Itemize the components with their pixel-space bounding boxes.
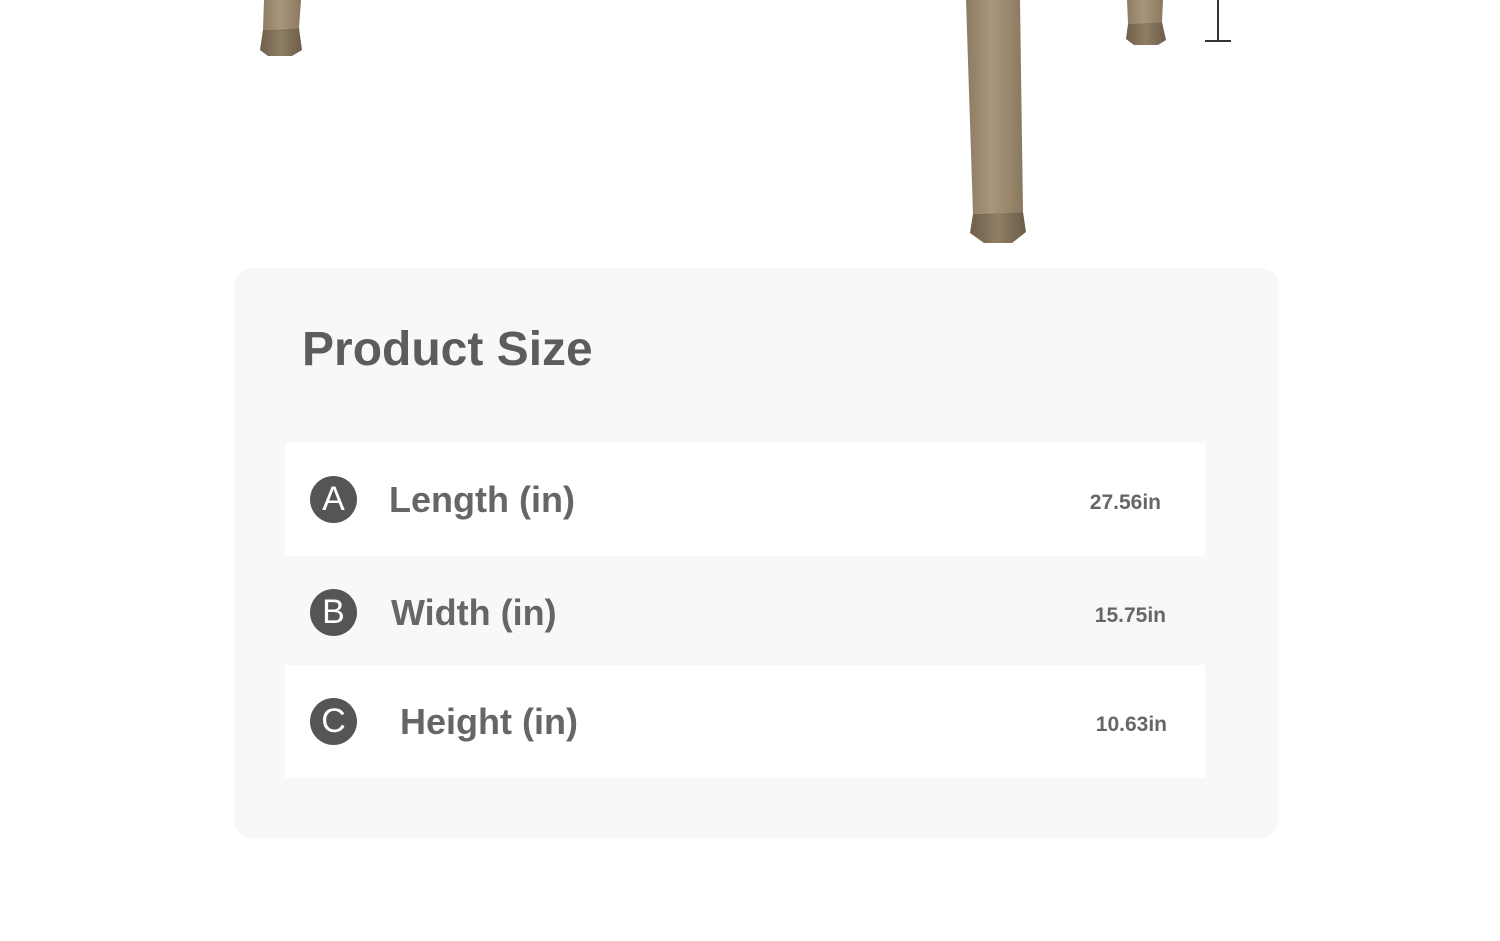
badge-b-icon: B: [310, 589, 357, 636]
size-row-width: B Width (in) 15.75in: [285, 556, 1205, 669]
size-row-height: C Height (in) 10.63in: [285, 665, 1205, 778]
table-legs-illustration: [260, 0, 1231, 243]
badge-c-icon: C: [310, 698, 357, 745]
dimension-value-length: 27.56in: [1089, 491, 1161, 514]
dimension-value-width: 15.75in: [1094, 604, 1166, 627]
dimension-value-height: 10.63in: [1095, 713, 1167, 736]
dimension-label-height: Height (in): [400, 701, 578, 742]
dimension-label-width: Width (in): [391, 592, 557, 633]
table-leg-right: [1126, 0, 1166, 45]
badge-a-icon: A: [310, 476, 357, 523]
card-title: Product Size: [302, 323, 593, 376]
height-dimension-marker: [1205, 0, 1231, 42]
size-row-length: A Length (in) 27.56in: [285, 443, 1205, 556]
product-image: [0, 0, 1500, 260]
table-leg-center: [966, 0, 1026, 243]
dimension-label-length: Length (in): [389, 479, 575, 520]
table-leg-left: [260, 0, 302, 56]
product-size-card: Product Size A Length (in) 27.56in B Wid…: [234, 268, 1279, 838]
